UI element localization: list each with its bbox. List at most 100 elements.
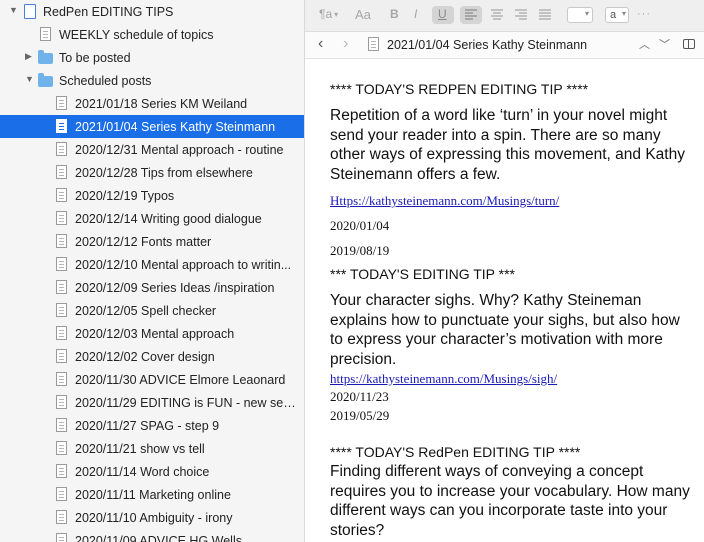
document-icon xyxy=(56,119,67,133)
tip-link[interactable]: https://kathysteinemann.com/Musings/sigh… xyxy=(330,371,557,387)
tip-heading: *** TODAY'S EDITING TIP *** xyxy=(330,266,515,282)
binder-item-label: 2020/12/03 Mental approach xyxy=(75,326,235,341)
binder-item[interactable]: 2020/11/21 show vs tell xyxy=(0,437,304,460)
binder-item-label: 2020/11/27 SPAG - step 9 xyxy=(75,418,220,433)
document-icon xyxy=(56,510,67,524)
chevron-down-icon[interactable]: ﹀ xyxy=(659,36,670,52)
paragraph-style-glyph: ¶a xyxy=(319,7,333,21)
binder-item[interactable]: 2020/12/02 Cover design xyxy=(0,345,304,368)
binder-item-label: 2020/12/09 Series Ideas /inspiration xyxy=(75,280,275,295)
binder-item-label: WEEKLY schedule of topics xyxy=(59,27,214,42)
binder-item[interactable]: 2020/11/10 Ambiguity - irony xyxy=(0,506,304,529)
binder-item-weekly[interactable]: WEEKLY schedule of topics xyxy=(0,23,304,46)
split-view-icon[interactable] xyxy=(683,39,695,49)
binder-item-label: 2020/11/11 Marketing online xyxy=(75,487,231,502)
editor-header: ‹ › 2021/01/04 Series Kathy Steinmann ︿ … xyxy=(305,32,704,59)
binder-item[interactable]: 2020/11/09 ADVICE HG Wells xyxy=(0,529,304,542)
forward-arrow-icon[interactable]: › xyxy=(343,35,348,53)
underline-label: U xyxy=(438,7,447,21)
binder-item-label: 2021/01/18 Series KM Weiland xyxy=(75,96,248,111)
tip-paragraph: Your character sighs. Why? Kathy Steinem… xyxy=(330,292,680,368)
tip-paragraph: Finding different ways of conveying a co… xyxy=(330,463,690,539)
binder-sidebar: ▼ RedPen EDITING TIPS WEEKLY schedule of… xyxy=(0,0,305,542)
chevron-down-icon: ▾ xyxy=(334,9,339,19)
document-title: 2021/01/04 Series Kathy Steinmann xyxy=(387,38,588,52)
tip-heading: **** TODAY'S REDPEN EDITING TIP **** xyxy=(330,81,589,97)
italic-button[interactable]: I xyxy=(414,7,417,21)
align-center-icon[interactable] xyxy=(491,9,503,20)
binder-item[interactable]: 2020/12/03 Mental approach xyxy=(0,322,304,345)
binder-item[interactable]: 2020/11/11 Marketing online xyxy=(0,483,304,506)
binder-folder-scheduled-posts[interactable]: ▼ Scheduled posts xyxy=(0,69,304,92)
back-arrow-icon[interactable]: ‹ xyxy=(318,35,323,53)
document-icon xyxy=(56,257,67,271)
folder-icon xyxy=(38,50,53,64)
tip-date: 2019/08/19 xyxy=(330,243,390,258)
binder-folder-label: Scheduled posts xyxy=(59,73,152,88)
binder-item[interactable]: 2020/11/29 EDITING is FUN - new seri... xyxy=(0,391,304,414)
disclosure-open-icon[interactable]: ▼ xyxy=(25,74,34,84)
document-icon xyxy=(56,487,67,501)
binder-item-label: 2020/12/19 Typos xyxy=(75,188,175,203)
tip-date: 2020/11/23 xyxy=(330,389,389,404)
binder-root-item[interactable]: ▼ RedPen EDITING TIPS xyxy=(0,0,304,23)
binder-item-label: 2020/12/31 Mental approach - routine xyxy=(75,142,284,157)
binder-item[interactable]: 2020/12/14 Writing good dialogue xyxy=(0,207,304,230)
tip-heading: **** TODAY'S RedPen EDITING TIP **** xyxy=(330,444,581,460)
document-icon xyxy=(56,303,67,317)
binder-folder-label: To be posted xyxy=(59,50,131,65)
bold-button[interactable]: B xyxy=(390,7,399,21)
binder-item[interactable]: 2020/12/09 Series Ideas /inspiration xyxy=(0,276,304,299)
binder-item-label: 2020/12/28 Tips from elsewhere xyxy=(75,165,253,180)
align-left-icon xyxy=(465,9,477,20)
chevron-down-icon: ▾ xyxy=(584,9,589,18)
binder-item[interactable]: 2020/12/10 Mental approach to writin... xyxy=(0,253,304,276)
binder-item-label: 2020/11/29 EDITING is FUN - new seri... xyxy=(75,395,297,410)
document-icon xyxy=(56,188,67,202)
font-size-button[interactable]: Aa xyxy=(355,7,371,22)
document-icon xyxy=(56,280,67,294)
binder-item-label: 2020/11/21 show vs tell xyxy=(75,441,205,456)
align-justify-icon[interactable] xyxy=(539,9,551,20)
document-icon xyxy=(56,142,67,156)
binder-item[interactable]: 2020/11/30 ADVICE Elmore Leaonard xyxy=(0,368,304,391)
chevron-up-icon[interactable]: ︿ xyxy=(639,36,650,52)
binder-item-label: 2021/01/04 Series Kathy Steinmann xyxy=(75,119,276,134)
disclosure-open-icon[interactable]: ▼ xyxy=(9,5,18,15)
binder-item[interactable]: 2020/12/12 Fonts matter xyxy=(0,230,304,253)
format-toolbar: ¶a ▾ Aa B I U ▾ a ▾ ··· xyxy=(305,0,704,32)
document-icon xyxy=(56,234,67,248)
document-icon xyxy=(56,395,67,409)
binder-item-label: 2020/11/09 ADVICE HG Wells xyxy=(75,533,242,542)
binder-item[interactable]: 2020/12/05 Spell checker xyxy=(0,299,304,322)
disclosure-closed-icon[interactable]: ▶ xyxy=(25,51,32,62)
binder-item-label: 2020/12/02 Cover design xyxy=(75,349,215,364)
text-color-dropdown[interactable]: a ▾ xyxy=(605,7,629,23)
document-icon xyxy=(56,418,67,432)
binder-item[interactable]: 2020/12/28 Tips from elsewhere xyxy=(0,161,304,184)
binder-item-label: 2020/12/10 Mental approach to writin... xyxy=(75,257,292,272)
project-document-icon xyxy=(24,4,36,19)
binder-item[interactable]: 2020/11/27 SPAG - step 9 xyxy=(0,414,304,437)
document-icon xyxy=(56,441,67,455)
binder-item[interactable]: 2020/12/31 Mental approach - routine xyxy=(0,138,304,161)
tip-link[interactable]: Https://kathysteinemann.com/Musings/turn… xyxy=(330,193,559,209)
binder-root-label: RedPen EDITING TIPS xyxy=(43,4,174,19)
binder-item-selected[interactable]: 2021/01/04 Series Kathy Steinmann xyxy=(0,115,304,138)
binder-item[interactable]: 2020/12/19 Typos xyxy=(0,184,304,207)
editor-content[interactable]: **** TODAY'S REDPEN EDITING TIP **** Rep… xyxy=(305,59,704,542)
document-icon xyxy=(56,165,67,179)
document-icon xyxy=(56,349,67,363)
document-icon xyxy=(56,211,67,225)
align-right-icon[interactable] xyxy=(515,9,527,20)
more-options-icon[interactable]: ··· xyxy=(637,8,651,20)
binder-item[interactable]: 2020/11/14 Word choice xyxy=(0,460,304,483)
line-spacing-dropdown[interactable]: ▾ xyxy=(567,7,593,23)
binder-item[interactable]: 2021/01/18 Series KM Weiland xyxy=(0,92,304,115)
document-icon xyxy=(56,326,67,340)
document-icon xyxy=(56,533,67,542)
tip-date: 2020/01/04 xyxy=(330,218,390,233)
paragraph-style-button[interactable]: ¶a ▾ xyxy=(319,7,338,21)
binder-folder-to-be-posted[interactable]: ▶ To be posted xyxy=(0,46,304,69)
binder-item-label: 2020/11/30 ADVICE Elmore Leaonard xyxy=(75,372,286,387)
